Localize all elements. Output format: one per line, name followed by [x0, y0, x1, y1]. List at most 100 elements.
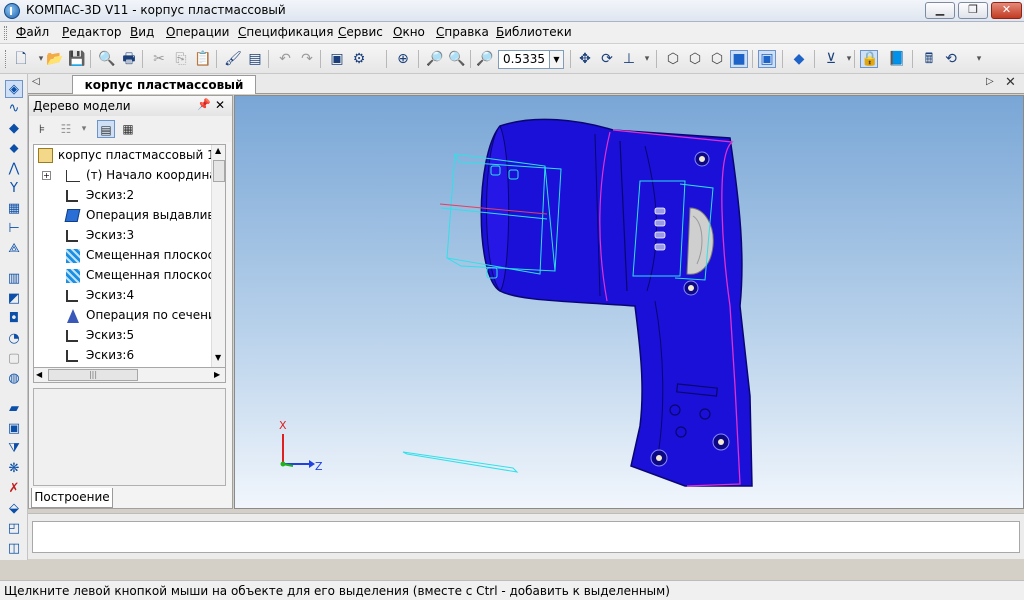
tree-mode-icon[interactable]: ☷ [57, 120, 75, 138]
tree-structure-icon[interactable]: ⊧ [33, 120, 51, 138]
save-icon[interactable]: 💾 [68, 50, 86, 68]
properties-list-icon[interactable]: ▤ [246, 50, 264, 68]
scroll-down-icon[interactable]: ▼ [215, 353, 221, 362]
perspective-icon[interactable]: ◆ [790, 50, 808, 68]
tree-horizontal-scrollbar[interactable]: ◀ ||| ▶ [33, 368, 226, 383]
tree-item[interactable]: Операция по сечениям [64, 305, 225, 325]
menu-operations[interactable]: Операции [166, 25, 229, 39]
array-tool-icon[interactable]: ❋ [5, 460, 23, 478]
tree-relations-icon[interactable]: ▦ [119, 120, 137, 138]
scroll-up-icon[interactable]: ▲ [215, 146, 221, 155]
hole-tool-icon[interactable]: ◍ [5, 370, 23, 388]
zoom-fit-icon[interactable]: 🔍 [448, 50, 466, 68]
paste-icon[interactable]: 📋 [194, 50, 212, 68]
scroll-right-icon[interactable]: ▶ [214, 370, 220, 379]
properties-bar[interactable] [32, 521, 1020, 553]
tree-item[interactable]: Эскиз:2 [64, 185, 134, 205]
hidden-thin-icon[interactable]: ⬡ [708, 50, 726, 68]
redo-icon[interactable]: ↷ [298, 50, 316, 68]
tree-item[interactable]: Эскиз:6 [64, 345, 134, 365]
measure-icon[interactable]: ▦ [5, 200, 23, 218]
expand-icon[interactable]: + [42, 171, 51, 180]
sheet-tool-icon[interactable]: ◰ [5, 520, 23, 538]
assembly-tool-icon[interactable]: ◫ [5, 540, 23, 558]
print-icon[interactable]: 🖶 [120, 50, 138, 68]
tree-item[interactable]: Эскиз:5 [64, 325, 134, 345]
spec-icon[interactable]: ⟁ [5, 240, 23, 258]
wireframe-icon[interactable]: ⬡ [664, 50, 682, 68]
tree-list-icon[interactable]: ▤ [97, 120, 115, 138]
tab-scroll-left-icon[interactable]: ◁ [32, 76, 40, 87]
loft-tool-icon[interactable]: ◔ [5, 330, 23, 348]
library-icon[interactable]: 📘 [888, 50, 906, 68]
restore-button[interactable]: ❐ [958, 2, 988, 19]
zoom-window-icon[interactable]: ⊕ [394, 50, 412, 68]
tree-item[interactable]: Эскиз:4 [64, 285, 134, 305]
tree-horizontal-thumb[interactable]: ||| [48, 369, 138, 381]
tree-item[interactable]: корпус пластмассовый 1 ( [38, 145, 223, 165]
pin-icon[interactable]: 📌 [197, 98, 211, 111]
cut-icon[interactable]: ✂ [150, 50, 168, 68]
menu-window[interactable]: Окно [393, 25, 425, 39]
zoom-icon[interactable]: 🔎 [476, 50, 494, 68]
tree-item[interactable]: Операция выдавливания [64, 205, 225, 225]
surface-tool-icon[interactable]: ⬙ [5, 500, 23, 518]
variables-icon[interactable]: 🖩 [920, 50, 938, 68]
menu-file[interactable]: Файл [16, 25, 49, 39]
copy-icon[interactable]: ⎘ [172, 50, 190, 68]
menu-libraries[interactable]: Библиотеки [496, 25, 572, 39]
minimize-button[interactable]: ▁ [925, 2, 955, 19]
open-icon[interactable]: 📂 [46, 50, 64, 68]
menu-service[interactable]: Сервис [338, 25, 383, 39]
cut-tool-icon[interactable]: ✗ [5, 480, 23, 498]
edit-icon[interactable]: ⋀ [5, 160, 23, 178]
tree-vertical-scrollbar[interactable]: ▲ ▼ [211, 145, 225, 367]
tree-item[interactable]: Эскиз:3 [64, 225, 134, 245]
extrude-tool-icon[interactable]: ▥ [5, 270, 23, 288]
tree-vertical-thumb[interactable] [213, 160, 225, 182]
shaded-edges-icon[interactable]: ▣ [758, 50, 776, 68]
pan-icon[interactable]: ✥ [576, 50, 594, 68]
kinematic-tool-icon[interactable]: ◘ [5, 310, 23, 328]
zoom-dropdown-button[interactable]: ▼ [550, 50, 564, 69]
menu-view[interactable]: Вид [130, 25, 154, 39]
properties-icon[interactable]: 🖌 [224, 50, 242, 68]
tab-scroll-right-icon[interactable]: ▷ [986, 76, 994, 87]
undo-icon[interactable]: ↶ [276, 50, 294, 68]
model-viewport[interactable]: X Z [234, 95, 1024, 509]
hidden-lines-icon[interactable]: ⬡ [686, 50, 704, 68]
rib-tool-icon[interactable]: ⧩ [5, 440, 23, 458]
disabled-tool-icon[interactable]: ▢ [5, 350, 23, 368]
chamfer-tool-icon[interactable]: ▰ [5, 400, 23, 418]
zoom-value-input[interactable]: 0.5335 [498, 50, 550, 69]
zoom-in-icon[interactable]: 🔎 [426, 50, 444, 68]
shaded-icon[interactable]: ■ [730, 50, 748, 68]
revolve-tool-icon[interactable]: ◩ [5, 290, 23, 308]
tree-item[interactable]: Смещенная плоскость [64, 265, 225, 285]
layers-icon[interactable]: ▣ [328, 50, 346, 68]
geometry-icon[interactable]: ∿ [5, 100, 23, 118]
menu-help[interactable]: Справка [436, 25, 489, 39]
refresh-icon[interactable]: ⟲ [942, 50, 960, 68]
rotate-icon[interactable]: ⟳ [598, 50, 616, 68]
menu-edit[interactable]: Редактор [62, 25, 121, 39]
print-preview-icon[interactable]: 🔍 [98, 50, 116, 68]
menu-specification[interactable]: Спецификация [238, 25, 333, 39]
filter-icon[interactable]: ⊻ [822, 50, 840, 68]
shell-tool-icon[interactable]: ▣ [5, 420, 23, 438]
scroll-left-icon[interactable]: ◀ [36, 370, 42, 379]
document-close-icon[interactable]: ✕ [1005, 75, 1016, 90]
tree-item[interactable]: Смещенная плоскость [64, 245, 225, 265]
tree-mode-dropdown-icon[interactable]: ▾ [75, 120, 93, 138]
toolbar-overflow-icon[interactable]: ▾ [970, 50, 988, 68]
dimensions-icon[interactable]: ◆ [5, 120, 23, 138]
tab-construction[interactable]: Построение [31, 488, 113, 508]
manager-icon[interactable]: ⚙ [350, 50, 368, 68]
panel-close-icon[interactable]: ✕ [215, 98, 225, 112]
tree-item[interactable]: (т) Начало координат [64, 165, 224, 185]
selection-filter-icon[interactable]: 🔒 [860, 50, 878, 68]
close-button[interactable]: ✕ [991, 2, 1022, 19]
new-icon[interactable]: 🗋 [12, 50, 30, 68]
select-icon[interactable]: ⊢ [5, 220, 23, 238]
edit-part-icon[interactable]: ◈ [5, 80, 23, 98]
